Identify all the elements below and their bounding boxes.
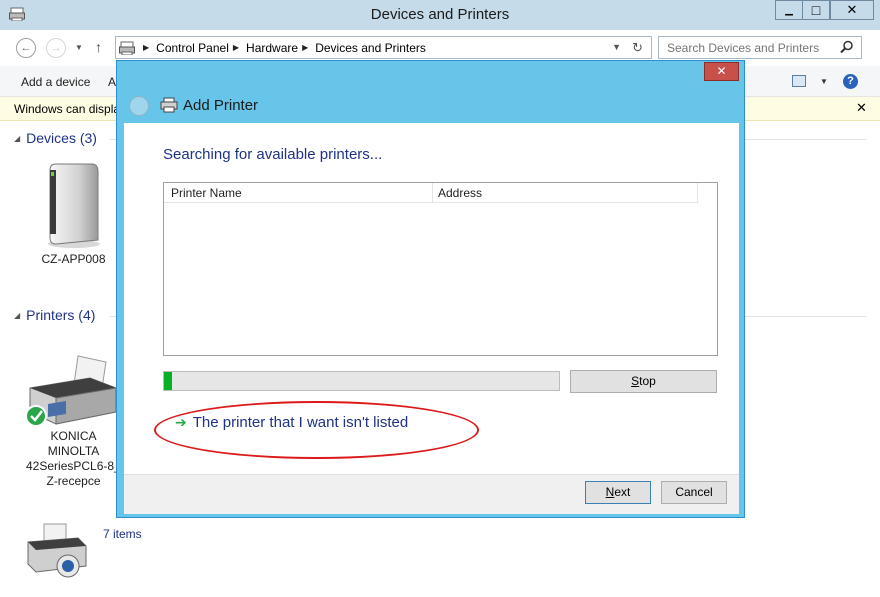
device-label[interactable]: CZ-APP008 <box>26 252 121 267</box>
close-button[interactable]: ✕ <box>830 0 874 20</box>
refresh-icon[interactable]: ↻ <box>632 40 643 56</box>
printer-label-line: 42SeriesPCL6-8_C <box>26 459 121 473</box>
dialog-body: Searching for available printers... Prin… <box>124 123 739 474</box>
next-button[interactable]: Next <box>585 481 651 504</box>
stop-button[interactable]: Stop <box>570 370 717 393</box>
column-printer-name[interactable]: Printer Name <box>171 186 242 200</box>
back-button[interactable]: ← <box>16 38 36 58</box>
next-label: ext <box>614 485 631 499</box>
green-arrow-icon: ➔ <box>175 414 187 430</box>
search-icon[interactable] <box>840 40 854 54</box>
printer-not-listed-link[interactable]: The printer that I want isn't listed <box>193 414 408 431</box>
column-separator[interactable] <box>432 183 433 202</box>
change-view-icon[interactable] <box>792 75 806 87</box>
search-input[interactable] <box>667 37 842 58</box>
item-count-status: 7 items <box>103 527 142 541</box>
add-device-button[interactable]: Add a device <box>21 75 90 89</box>
add-printer-dialog: ✕ Add Printer Searching for available pr… <box>116 60 745 518</box>
column-address[interactable]: Address <box>438 186 482 200</box>
address-bar[interactable]: ▶ Control Panel ▶ Hardware ▶ Devices and… <box>115 36 652 59</box>
search-box[interactable] <box>658 36 862 59</box>
stop-accelerator: S <box>631 374 640 388</box>
control-panel-icon <box>119 41 135 55</box>
progress-fill <box>164 372 172 390</box>
stop-label: top <box>639 374 656 388</box>
printer-icon <box>160 97 178 113</box>
printer-icon[interactable] <box>22 354 122 430</box>
collapse-triangle-icon[interactable]: ◢ <box>14 134 20 143</box>
list-header: Printer Name Address <box>164 183 698 203</box>
printer-not-listed-row[interactable]: ➔ The printer that I want isn't listed <box>175 414 408 431</box>
printer-label-line: KONICA <box>50 429 97 443</box>
maximize-icon: □ <box>811 2 821 18</box>
printers-group-label: Printers (4) <box>26 307 96 323</box>
breadcrumb-separator-icon[interactable]: ▶ <box>143 43 149 52</box>
maximize-button[interactable]: □ <box>802 0 830 20</box>
dialog-title: Add Printer <box>183 97 259 114</box>
title-bar: Devices and Printers ▁ □ ✕ <box>0 0 880 30</box>
up-arrow-icon[interactable]: ↑ <box>95 39 102 55</box>
help-icon[interactable]: ? <box>843 74 858 89</box>
dialog-footer: Next Cancel <box>124 474 739 514</box>
cancel-button[interactable]: Cancel <box>661 481 727 504</box>
minimize-button[interactable]: ▁ <box>775 0 803 20</box>
breadcrumb-control-panel[interactable]: Control Panel <box>156 41 229 55</box>
printer-label-line: MINOLTA <box>47 444 100 458</box>
window-title: Devices and Printers <box>370 6 510 23</box>
info-bar-text[interactable]: Windows can displa <box>14 102 120 116</box>
info-bar-close-icon[interactable]: ✕ <box>856 100 867 116</box>
add-printer-button[interactable]: A <box>108 75 116 89</box>
breadcrumb-hardware[interactable]: Hardware <box>246 41 298 55</box>
close-icon: ✕ <box>716 64 727 78</box>
forward-arrow-icon: → <box>50 42 62 54</box>
back-arrow-icon: ← <box>20 42 32 54</box>
dialog-close-button[interactable]: ✕ <box>704 62 739 81</box>
printer-label[interactable]: KONICA MINOLTA 42SeriesPCL6-8_C Z-recepc… <box>26 429 121 489</box>
breadcrumb-devices-and-printers[interactable]: Devices and Printers <box>315 41 426 55</box>
external-drive-icon[interactable] <box>40 160 102 250</box>
view-options-dropdown-icon[interactable]: ▼ <box>820 77 828 86</box>
breadcrumb-separator-icon[interactable]: ▶ <box>302 43 308 52</box>
address-dropdown-icon[interactable]: ▼ <box>612 42 621 52</box>
dialog-back-button[interactable] <box>129 96 149 116</box>
fax-scanner-icon[interactable] <box>22 522 92 584</box>
collapse-triangle-icon[interactable]: ◢ <box>14 311 20 320</box>
close-icon: ✕ <box>846 2 858 17</box>
search-progress-bar <box>163 371 560 391</box>
minimize-icon: ▁ <box>785 4 793 16</box>
column-separator[interactable] <box>697 183 698 202</box>
printers-group-header[interactable]: ◢ Printers (4) <box>14 307 95 323</box>
recent-locations-dropdown-icon[interactable]: ▼ <box>75 43 83 52</box>
devices-group-label: Devices (3) <box>26 130 97 146</box>
forward-button[interactable]: → <box>46 38 66 58</box>
printer-list[interactable]: Printer Name Address <box>163 182 718 356</box>
breadcrumb-separator-icon[interactable]: ▶ <box>233 43 239 52</box>
printer-label-line: Z-recepce <box>46 474 101 488</box>
searching-heading: Searching for available printers... <box>163 146 383 163</box>
devices-group-header[interactable]: ◢ Devices (3) <box>14 130 97 146</box>
